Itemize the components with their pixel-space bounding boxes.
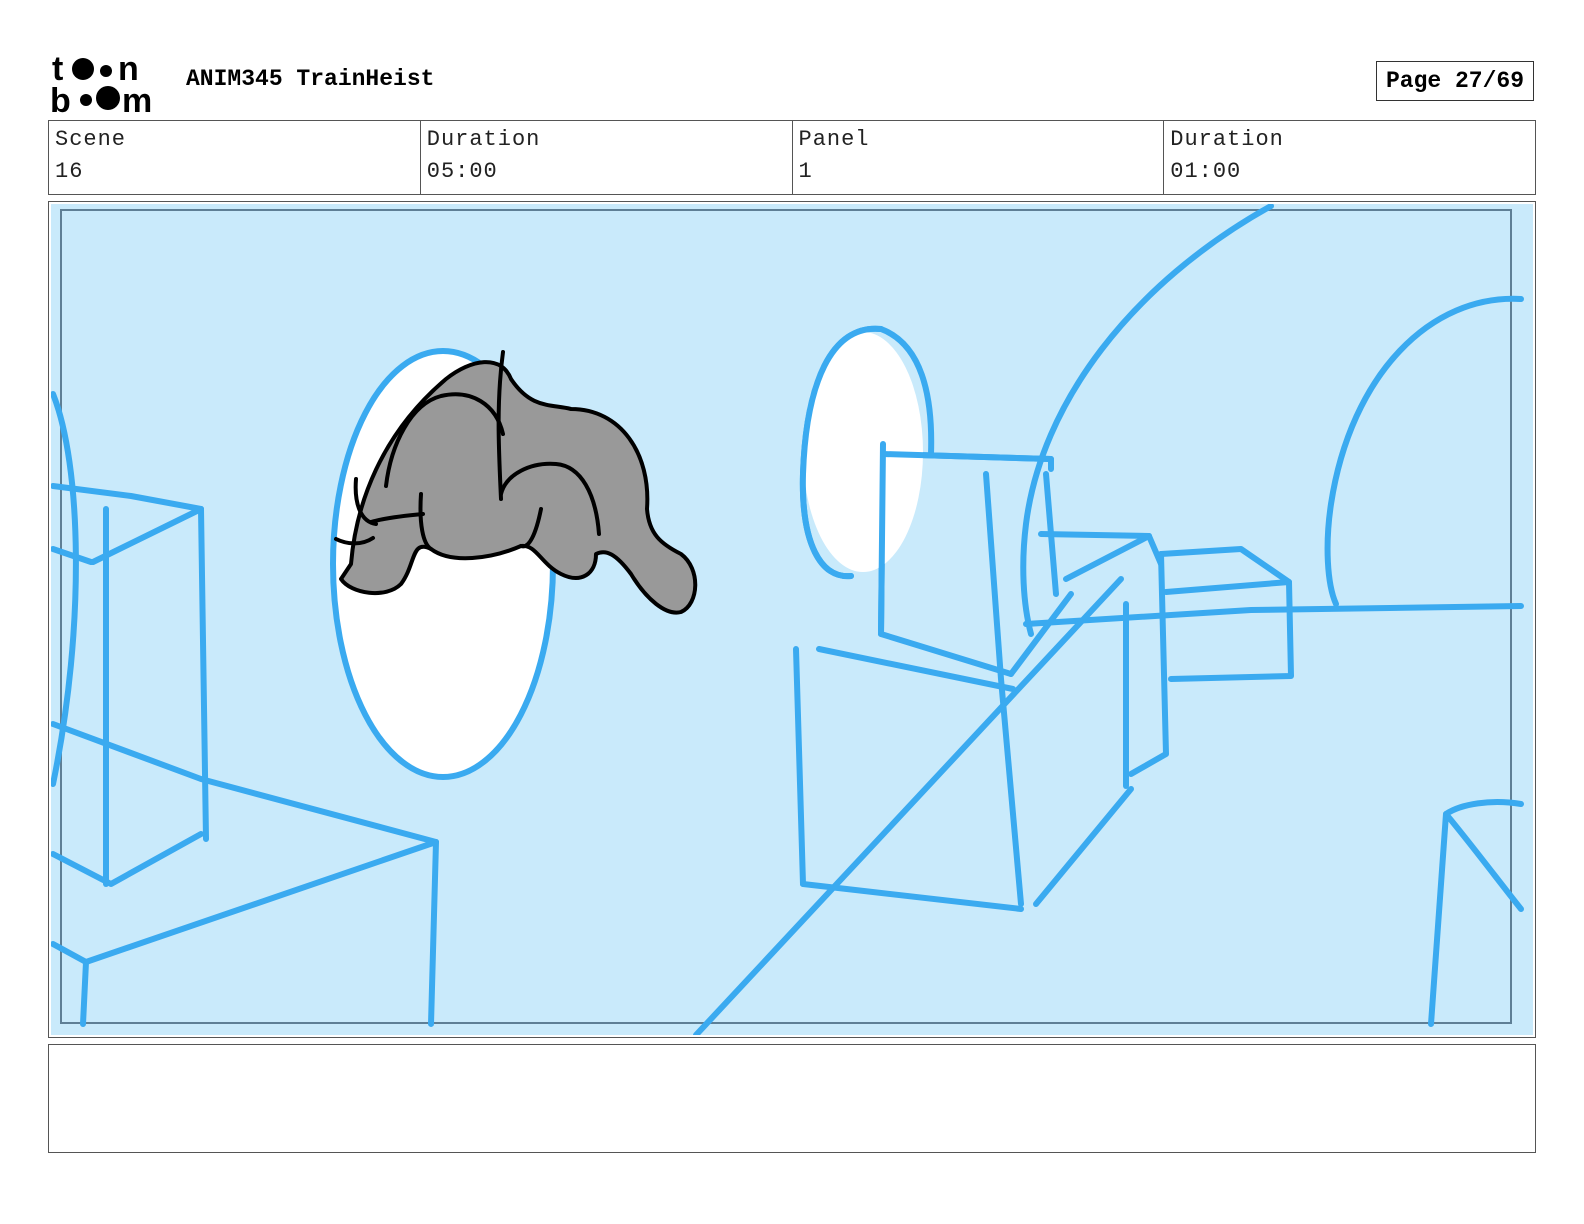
toon-boom-logo: t n b m xyxy=(50,50,152,114)
svg-text:m: m xyxy=(122,82,152,114)
scene-duration-cell: Duration 05:00 xyxy=(421,121,793,194)
notes-box xyxy=(48,1044,1536,1153)
panel-duration-value: 01:00 xyxy=(1170,159,1242,184)
project-title: ANIM345 TrainHeist xyxy=(186,66,435,92)
svg-text:b: b xyxy=(50,82,71,114)
scene-duration-value: 05:00 xyxy=(426,159,498,184)
panel-label: Panel xyxy=(798,127,870,152)
scene-cell: Scene 16 xyxy=(49,121,421,194)
scene-label: Scene xyxy=(55,127,127,152)
panel-duration-cell: Duration 01:00 xyxy=(1164,121,1535,194)
scene-value: 16 xyxy=(55,159,84,184)
scene-duration-label: Duration xyxy=(426,127,541,152)
panel-background xyxy=(51,204,1533,1035)
panel-cell: Panel 1 xyxy=(793,121,1165,194)
panel-value: 1 xyxy=(798,159,813,184)
scene-info-table: Scene 16 Duration 05:00 Panel 1 Duration… xyxy=(48,120,1536,195)
panel-duration-label: Duration xyxy=(1170,127,1284,152)
panel-sketch xyxy=(51,204,1533,1035)
page-number: Page 27/69 xyxy=(1376,61,1534,101)
storyboard-panel xyxy=(48,201,1536,1038)
